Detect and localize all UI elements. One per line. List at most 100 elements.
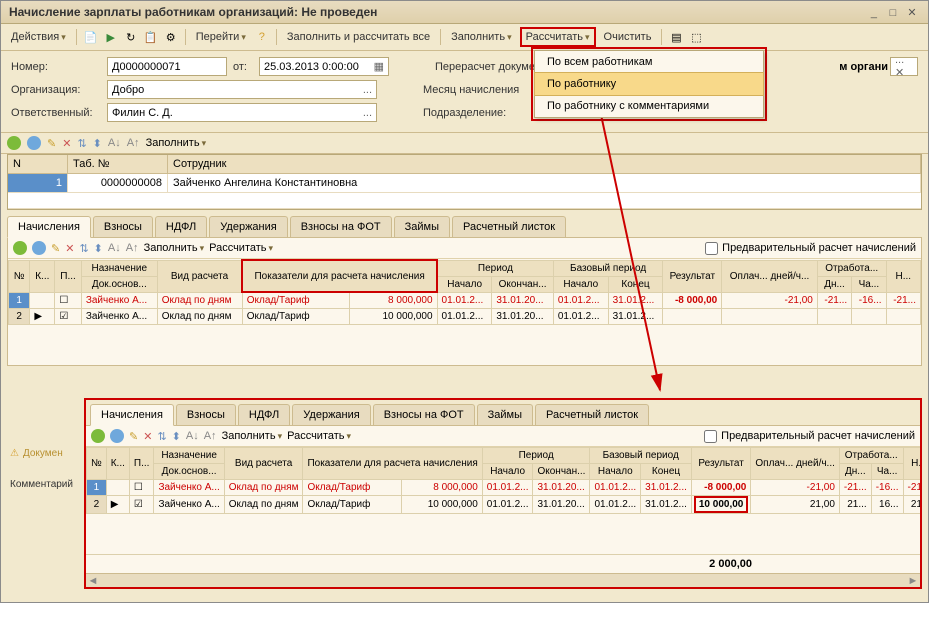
col-n[interactable]: N [8,155,68,173]
clear-button[interactable]: Очистить [600,29,656,45]
edit-icon[interactable] [27,136,41,150]
employee-table: N Таб. № Сотрудник 1 0000000008 Зайченко… [7,154,922,210]
window-title: Начисление зарплаты работникам организац… [9,5,377,19]
scroll-left-icon[interactable]: ◄ [86,575,100,587]
month-label: Месяц начисления [423,84,519,96]
up-icon[interactable]: ⇅ [77,137,86,150]
delete3-icon[interactable]: ✕ [143,430,152,443]
accruals-grid[interactable]: № К... П... Назначение Вид расчета Показ… [8,259,921,325]
fill2-menu[interactable]: Заполнить▾ [144,242,205,254]
fill-menu[interactable]: Заполнить▾ [447,29,516,45]
scroll-right-icon[interactable]: ► [906,575,920,587]
up3-icon[interactable]: ⇅ [157,430,166,443]
post-icon[interactable]: 📄 [83,29,99,45]
maximize-icon[interactable]: □ [885,7,901,19]
org-input[interactable]: Добро... [107,80,377,99]
down2-icon[interactable]: ⬍ [94,242,103,255]
edit-row-icon[interactable] [32,241,46,255]
org-right-input[interactable]: ... ✕ [890,57,918,76]
tabs-2: Начисления Взносы НДФЛ Удержания Взносы … [86,400,920,425]
tab2-contrib[interactable]: Взносы [176,404,236,425]
subdiv-label: Подразделение: [423,107,513,119]
minimize-icon[interactable]: _ [866,7,882,19]
tab2-accruals[interactable]: Начисления [90,404,174,426]
up2-icon[interactable]: ⇅ [79,242,88,255]
pencil2-icon[interactable]: ✎ [51,242,60,255]
date-input[interactable]: 25.03.2013 0:00:00▦ [259,57,389,76]
accruals-grid-2[interactable]: № К... П... Назначение Вид расчета Показ… [86,447,920,514]
down3-icon[interactable]: ⬍ [172,430,181,443]
goto-menu[interactable]: Перейти▾ [192,29,250,45]
tab-accruals[interactable]: Начисления [7,216,91,238]
tab-fot[interactable]: Взносы на ФОТ [290,216,392,237]
az2-icon[interactable]: A↓ [108,242,121,254]
result-overlay-panel: Начисления Взносы НДФЛ Удержания Взносы … [84,398,922,589]
za2-icon[interactable]: A↑ [126,242,139,254]
tabs: Начисления Взносы НДФЛ Удержания Взносы … [1,210,928,237]
employee-row[interactable]: 1 0000000008 Зайченко Ангелина Константи… [8,174,921,193]
refresh-icon[interactable]: ↻ [123,29,139,45]
calc3-menu[interactable]: Рассчитать▾ [287,430,351,442]
down-icon[interactable]: ⬍ [93,137,102,150]
col-tab[interactable]: Таб. № [68,155,168,173]
tab2-deduct[interactable]: Удержания [292,404,370,425]
fill-emp-menu[interactable]: Заполнить▾ [146,137,207,149]
prelim-checkbox[interactable] [705,242,718,255]
close-icon[interactable]: ✕ [904,6,920,19]
copy-icon[interactable]: 📋 [143,29,159,45]
ok-icon[interactable]: ▶ [103,29,119,45]
pencil3-icon[interactable]: ✎ [129,430,138,443]
fill3-menu[interactable]: Заполнить▾ [222,430,283,442]
prelim2-label: Предварительный расчет начислений [721,430,915,442]
list-icon[interactable]: ▤ [668,29,684,45]
add-icon[interactable] [7,136,21,150]
help-icon[interactable]: ? [254,29,270,45]
accruals-toolbar: ✎ ✕ ⇅ ⬍ A↓ A↑ Заполнить▾ Рассчитать▾ Пре… [8,238,921,259]
actions-menu[interactable]: Действия▾ [7,29,70,45]
prelim-label: Предварительный расчет начислений [722,242,916,254]
calculate-menu[interactable]: Рассчитать▾ [520,27,596,47]
az3-icon[interactable]: A↓ [186,430,199,442]
calc2-menu[interactable]: Рассчитать▾ [209,242,273,254]
calc-all-employees[interactable]: По всем работникам [535,51,763,73]
prelim2-checkbox[interactable] [704,430,717,443]
tab2-fot[interactable]: Взносы на ФОТ [373,404,475,425]
tab2-loans[interactable]: Займы [477,404,533,425]
delete2-icon[interactable]: ✕ [65,242,74,255]
sort-az-icon[interactable]: A↓ [108,137,121,149]
h-scroller[interactable]: ◄ ► [86,573,920,587]
resp-input[interactable]: Филин С. Д.... [107,103,377,122]
calc-with-comments[interactable]: По работнику с комментариями [535,95,763,117]
tab-contrib[interactable]: Взносы [93,216,153,237]
tab-payslip[interactable]: Расчетный листок [452,216,566,237]
settings-icon[interactable]: ⚙ [163,29,179,45]
sort-icon[interactable]: ⬚ [688,29,704,45]
fill-calc-all-button[interactable]: Заполнить и рассчитать все [283,29,434,45]
add3-icon[interactable] [91,429,105,443]
delete-icon[interactable]: ✕ [62,137,71,150]
grid-row[interactable]: 2▶☑Зайченко А...Оклад по днямОклад/Тариф… [87,496,921,514]
accruals-toolbar-2: ✎ ✕ ⇅ ⬍ A↓ A↑ Заполнить▾ Рассчитать▾ Пре… [86,426,920,447]
grid-row[interactable]: 1☐Зайченко А...Оклад по днямОклад/Тариф8… [87,480,921,496]
resp-label: Ответственный: [11,107,101,119]
edit3-icon[interactable] [110,429,124,443]
calc-one-employee[interactable]: По работнику [534,72,764,96]
tab-loans[interactable]: Займы [394,216,450,237]
left-hints: ⚠Докумен Комментарий [10,448,85,510]
za3-icon[interactable]: A↑ [204,430,217,442]
grid-row[interactable]: 1☐Зайченко А...Оклад по днямОклад/Тариф8… [9,292,921,309]
tab-deduct[interactable]: Удержания [209,216,287,237]
pencil-icon[interactable]: ✎ [47,137,56,150]
comment-label: Комментарий [10,479,85,490]
sort-za-icon[interactable]: A↑ [127,137,140,149]
tab-ndfl[interactable]: НДФЛ [155,216,207,237]
org-label: Организация: [11,84,101,96]
org-right-label: м органи [839,61,888,73]
tab2-ndfl[interactable]: НДФЛ [238,404,290,425]
col-emp[interactable]: Сотрудник [168,155,921,173]
number-input[interactable]: Д0000000071 [107,57,227,76]
grid-row[interactable]: 2▶☑Зайченко А...Оклад по днямОклад/Тариф… [9,309,921,325]
tab2-payslip[interactable]: Расчетный листок [535,404,649,425]
doc-hint: ⚠Докумен [10,448,85,459]
add-row-icon[interactable] [13,241,27,255]
